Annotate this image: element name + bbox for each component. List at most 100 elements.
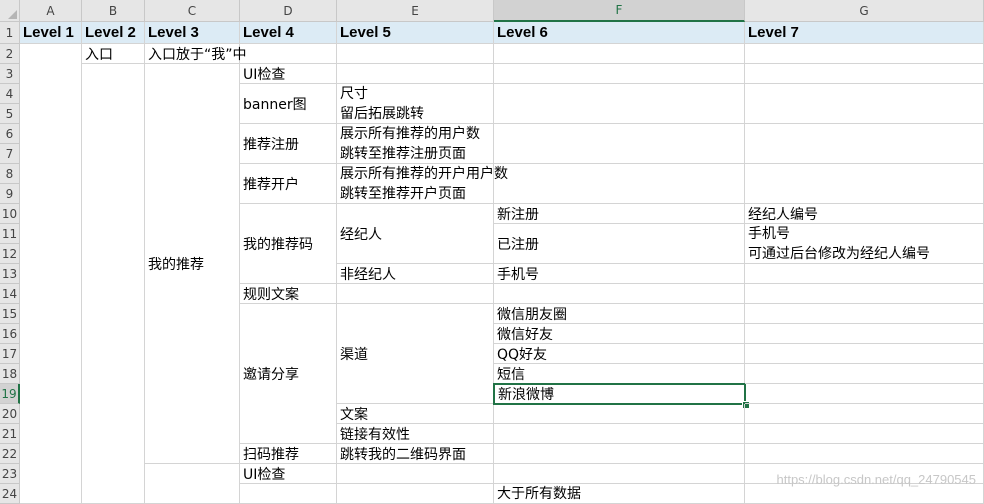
cell-f21[interactable] [494, 424, 745, 444]
cell-f-sms[interactable]: 短信 [494, 364, 745, 384]
column-header-g[interactable]: G [745, 0, 984, 22]
cell-d3[interactable]: UI检查 [240, 64, 337, 84]
cell-f-new[interactable]: 新注册 [494, 204, 745, 224]
cell-level-2[interactable]: Level 2 [82, 22, 145, 44]
row-header[interactable]: 5 [0, 104, 20, 124]
cell-f-qq[interactable]: QQ好友 [494, 344, 745, 364]
cell-level-4[interactable]: Level 4 [240, 22, 337, 44]
row-header[interactable]: 9 [0, 184, 20, 204]
row-header[interactable]: 18 [0, 364, 20, 384]
column-header-d[interactable]: D [240, 0, 337, 22]
cell-f22[interactable] [494, 444, 745, 464]
cell-f23[interactable] [494, 464, 745, 484]
cell-level-7[interactable]: Level 7 [745, 22, 984, 44]
cell-g14[interactable] [745, 284, 984, 304]
cell-d-scan[interactable]: 扫码推荐 [240, 444, 337, 464]
cell-d-banner[interactable]: banner图 [240, 84, 337, 124]
cell-g19[interactable] [745, 384, 984, 404]
cell-g2[interactable] [745, 44, 984, 64]
cell-f3[interactable] [494, 64, 745, 84]
cell-a-merged[interactable] [20, 44, 82, 504]
cell-g-open[interactable] [745, 164, 984, 204]
cell-f14[interactable] [494, 284, 745, 304]
spreadsheet[interactable]: A B C D E F G 1 2 3 4 5 6 7 8 9 10 11 12… [0, 0, 984, 504]
cell-f-open[interactable] [494, 164, 745, 204]
cell-d23[interactable]: UI检查 [240, 464, 337, 484]
cell-e-link[interactable]: 链接有效性 [337, 424, 494, 444]
cell-level-1[interactable]: Level 1 [20, 22, 82, 44]
column-header-e[interactable]: E [337, 0, 494, 22]
cell-d-code[interactable]: 我的推荐码 [240, 204, 337, 284]
cell-g24[interactable] [745, 484, 984, 504]
cell-g3[interactable] [745, 64, 984, 84]
cell-b2[interactable]: 入口 [82, 44, 145, 64]
cell-d2[interactable] [240, 44, 337, 64]
cell-level-3[interactable]: Level 3 [145, 22, 240, 44]
cell-e-channel[interactable]: 渠道 [337, 304, 494, 404]
row-header[interactable]: 19 [0, 384, 20, 404]
cell-e24[interactable] [337, 484, 494, 504]
column-header-c[interactable]: C [145, 0, 240, 22]
cell-g22[interactable] [745, 444, 984, 464]
cell-g-done[interactable]: 手机号 可通过后台修改为经纪人编号 [745, 224, 984, 264]
cell-e14[interactable] [337, 284, 494, 304]
cell-f-banner[interactable] [494, 84, 745, 124]
select-all-corner[interactable] [0, 0, 20, 22]
cell-d-open[interactable]: 推荐开户 [240, 164, 337, 204]
row-header[interactable]: 1 [0, 22, 20, 44]
row-header[interactable]: 23 [0, 464, 20, 484]
cell-g17[interactable] [745, 344, 984, 364]
column-header-b[interactable]: B [82, 0, 145, 22]
cell-e-broker[interactable]: 经纪人 [337, 204, 494, 264]
row-header[interactable]: 7 [0, 144, 20, 164]
cell-g16[interactable] [745, 324, 984, 344]
cell-e2[interactable] [337, 44, 494, 64]
cell-e3[interactable] [337, 64, 494, 84]
cell-g-reg[interactable] [745, 124, 984, 164]
cell-f-reg[interactable] [494, 124, 745, 164]
row-header[interactable]: 22 [0, 444, 20, 464]
cell-e23[interactable] [337, 464, 494, 484]
cell-c2[interactable]: 入口放于“我”中 [145, 44, 247, 64]
row-header[interactable]: 8 [0, 164, 20, 184]
cell-e-banner[interactable]: 尺寸 留后拓展跳转 [337, 84, 494, 124]
row-header[interactable]: 21 [0, 424, 20, 444]
row-header[interactable]: 24 [0, 484, 20, 504]
row-header[interactable]: 6 [0, 124, 20, 144]
cell-c23[interactable] [145, 464, 240, 504]
cell-level-6[interactable]: Level 6 [494, 22, 745, 44]
cell-e-scan[interactable]: 跳转我的二维码界面 [337, 444, 494, 464]
cell-f20[interactable] [494, 404, 745, 424]
row-header[interactable]: 17 [0, 344, 20, 364]
cell-d-share[interactable]: 邀请分享 [240, 304, 337, 444]
cell-d-reg[interactable]: 推荐注册 [240, 124, 337, 164]
cell-g13[interactable] [745, 264, 984, 284]
column-header-a[interactable]: A [20, 0, 82, 22]
cell-f-wx-moments[interactable]: 微信朋友圈 [494, 304, 745, 324]
cell-f24[interactable]: 大于所有数据 [494, 484, 745, 504]
row-header[interactable]: 14 [0, 284, 20, 304]
cell-c-my-referral[interactable]: 我的推荐 [145, 64, 240, 464]
cell-g15[interactable] [745, 304, 984, 324]
row-header[interactable]: 4 [0, 84, 20, 104]
row-header[interactable]: 20 [0, 404, 20, 424]
column-header-f[interactable]: F [494, 0, 745, 22]
row-header[interactable]: 15 [0, 304, 20, 324]
row-header[interactable]: 13 [0, 264, 20, 284]
cell-g20[interactable] [745, 404, 984, 424]
cell-g21[interactable] [745, 424, 984, 444]
cell-e-reg[interactable]: 展示所有推荐的用户数 跳转至推荐注册页面 [337, 124, 494, 164]
cell-f2[interactable] [494, 44, 745, 64]
cell-g-new[interactable]: 经纪人编号 [745, 204, 984, 224]
cell-f-phone[interactable]: 手机号 [494, 264, 745, 284]
row-header[interactable]: 10 [0, 204, 20, 224]
cell-e-copy[interactable]: 文案 [337, 404, 494, 424]
cell-f-wx-friend[interactable]: 微信好友 [494, 324, 745, 344]
row-header[interactable]: 11 [0, 224, 20, 244]
row-header[interactable]: 3 [0, 64, 20, 84]
row-header[interactable]: 2 [0, 44, 20, 64]
cell-f-weibo-active[interactable]: 新浪微博 [493, 383, 746, 405]
row-header[interactable]: 16 [0, 324, 20, 344]
cell-f-done[interactable]: 已注册 [494, 224, 745, 264]
cell-d24[interactable] [240, 484, 337, 504]
